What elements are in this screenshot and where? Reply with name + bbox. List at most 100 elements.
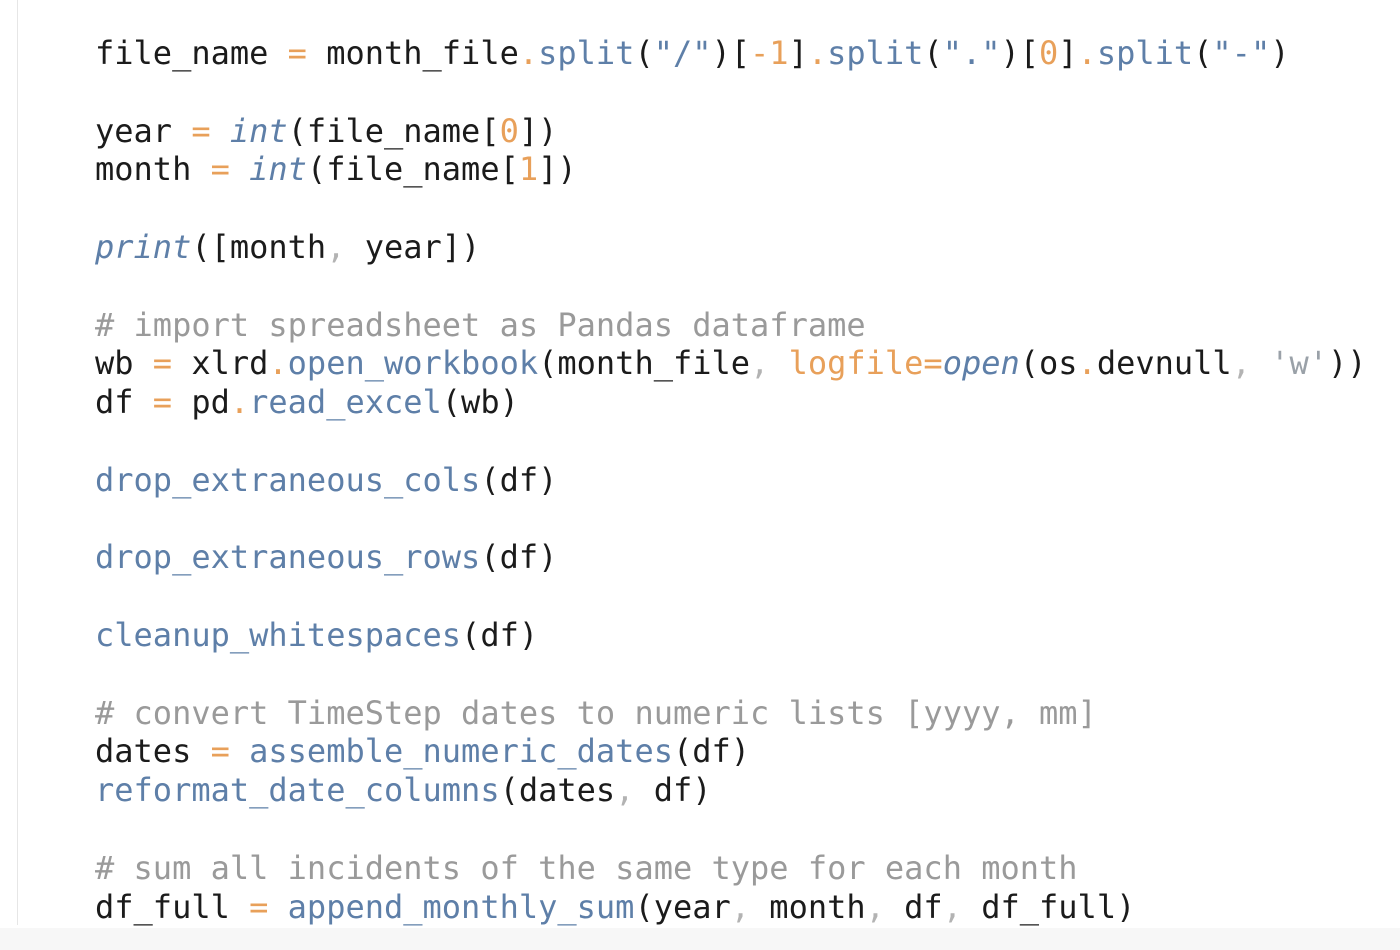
punctuation-token	[172, 112, 191, 150]
function-name-token: assemble_numeric_dates	[249, 732, 673, 771]
punctuation-token	[172, 383, 191, 421]
function-name-token: split	[538, 34, 635, 72]
identifier-token: year	[95, 111, 173, 150]
punctuation-token: )[	[1000, 34, 1040, 72]
code-line: wb = xlrd.open_workbook(month_file, logf…	[95, 344, 1367, 383]
code-line: # convert TimeStep dates to numeric list…	[95, 694, 1367, 733]
punctuation-token: (df)	[672, 732, 751, 771]
code-line: drop_extraneous_cols(df)	[95, 461, 1367, 500]
builtin-token: int	[249, 150, 307, 189]
operator-token: =	[152, 344, 173, 383]
punctuation-token	[307, 34, 326, 72]
code-line: cleanup_whitespaces(df)	[95, 616, 1367, 655]
punctuation-token: year])	[345, 227, 481, 266]
identifier-token: pd	[191, 383, 230, 422]
punctuation-token: (dates	[499, 771, 616, 810]
code-line: dates = assemble_numeric_dates(df)	[95, 732, 1367, 771]
comment-token: # sum all incidents of the same type for…	[95, 848, 1078, 887]
punctuation-token	[172, 344, 191, 382]
punctuation-token: (month_file	[538, 344, 751, 383]
comma-token: ,	[1231, 344, 1251, 383]
number-token: -1	[750, 34, 789, 72]
string-token: "/"	[653, 34, 712, 72]
code-line: # import spreadsheet as Pandas dataframe	[95, 306, 1367, 345]
punctuation-token	[230, 150, 249, 188]
function-name-token: split	[1096, 34, 1194, 72]
punctuation-token	[191, 732, 210, 770]
code-editor[interactable]: file_name = month_file.split("/")[-1].sp…	[95, 34, 1367, 926]
operator-token: .	[1077, 344, 1097, 383]
function-name-token: read_excel	[249, 383, 442, 422]
identifier-token: month_file	[326, 34, 519, 72]
identifier-token: month	[95, 150, 192, 189]
number-token: 0	[1039, 34, 1059, 72]
punctuation-token	[230, 888, 249, 926]
code-line: # sum all incidents of the same type for…	[95, 849, 1367, 888]
punctuation-token	[268, 888, 287, 926]
code-line: file_name = month_file.split("/")[-1].sp…	[95, 34, 1367, 73]
comment-token: # convert TimeStep dates to numeric list…	[95, 693, 1097, 732]
identifier-token: file_name	[95, 34, 269, 72]
punctuation-token: (year	[634, 887, 731, 926]
punctuation-token	[211, 112, 230, 150]
punctuation-token: df_full)	[961, 887, 1136, 926]
comment-token: # import spreadsheet as Pandas dataframe	[95, 305, 866, 344]
punctuation-token	[191, 150, 210, 188]
identifier-token: df	[95, 383, 134, 422]
editor-bottom-band	[0, 928, 1400, 950]
operator-token: =	[210, 732, 230, 771]
code-line: df = pd.read_excel(wb)	[95, 383, 1367, 422]
code-line: year = int(file_name[0])	[95, 112, 1367, 151]
punctuation-token: (	[1193, 34, 1213, 72]
editor-gutter-border	[17, 0, 18, 925]
identifier-token: dates	[95, 732, 192, 771]
punctuation-token: (df)	[461, 615, 539, 654]
punctuation-token: ]	[788, 34, 808, 72]
code-editor-page: file_name = month_file.split("/")[-1].sp…	[0, 0, 1400, 950]
punctuation-token: (df)	[480, 538, 558, 577]
operator-token: .	[1077, 34, 1097, 72]
punctuation-token	[1251, 344, 1270, 382]
comma-token: ,	[750, 344, 770, 383]
punctuation-token	[230, 732, 249, 770]
comma-token: ,	[730, 887, 751, 926]
punctuation-token: ))	[1328, 344, 1367, 383]
identifier-token: xlrd	[191, 344, 269, 383]
number-token: 0	[499, 111, 519, 150]
comma-token: ,	[942, 887, 962, 926]
builtin-token: print	[95, 227, 192, 266]
punctuation-token: (file_name[	[287, 111, 500, 150]
operator-token: .	[229, 383, 250, 422]
punctuation-token: ]	[1058, 34, 1078, 72]
punctuation-token	[268, 34, 287, 72]
function-name-token: split	[827, 34, 924, 72]
string-token: "-"	[1212, 34, 1271, 72]
code-line: df_full = append_monthly_sum(year, month…	[95, 888, 1367, 927]
function-name-token: append_monthly_sum	[287, 887, 635, 926]
identifier-token: devnull	[1096, 344, 1232, 383]
function-name-token: drop_extraneous_cols	[95, 460, 481, 499]
code-line: reformat_date_columns(dates, df)	[95, 771, 1367, 810]
punctuation-token: ])	[538, 150, 577, 189]
punctuation-token: (df)	[480, 460, 558, 499]
string-token: "."	[942, 34, 1001, 72]
punctuation-token: month	[750, 887, 866, 926]
punctuation-token	[134, 383, 153, 421]
function-name-token: cleanup_whitespaces	[95, 615, 462, 654]
punctuation-token: ([month	[191, 227, 327, 266]
builtin-token: int	[229, 111, 288, 150]
punctuation-token: (file_name[	[306, 150, 519, 189]
number-token: 1	[518, 150, 539, 189]
punctuation-token: (wb)	[441, 383, 519, 422]
string-token: 'w'	[1270, 344, 1328, 383]
function-name-token: open_workbook	[287, 344, 539, 383]
punctuation-token: df)	[634, 771, 712, 810]
comma-token: ,	[326, 227, 346, 266]
